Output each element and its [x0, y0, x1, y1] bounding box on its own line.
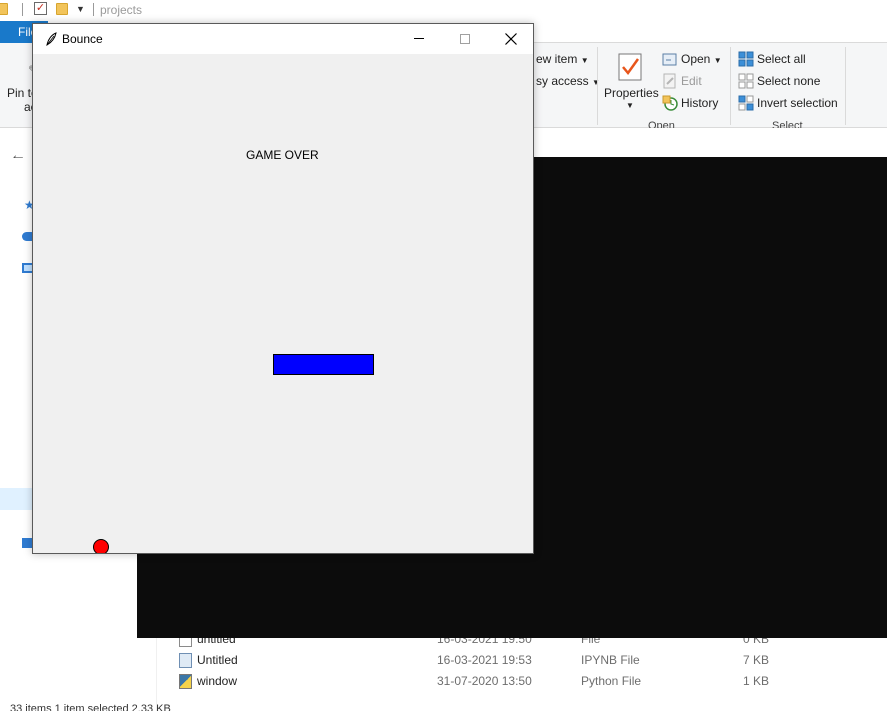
paddle [273, 354, 374, 375]
file-size: 1 KB [743, 674, 770, 688]
chevron-down-icon: ▼ [580, 56, 589, 65]
open-label: Open [681, 52, 711, 66]
select-all-icon[interactable] [738, 51, 754, 67]
open-button[interactable]: Open ▼ [681, 52, 722, 66]
properties-label: Properties [604, 86, 659, 100]
file-date: 31-07-2020 13:50 [437, 674, 532, 688]
chevron-down-icon: ▼ [713, 56, 722, 65]
quick-access-toolbar: ✓ ▼ projects [0, 0, 887, 21]
folder-icon[interactable] [0, 3, 8, 15]
bounce-window: Bounce GAME OVER [32, 23, 534, 554]
new-item-button[interactable]: ew item ▼ [536, 52, 589, 66]
chevron-down-icon: ▼ [626, 101, 634, 110]
customize-toolbar-dropdown-icon[interactable]: ▼ [76, 4, 85, 14]
select-none-button[interactable]: Select none [757, 74, 820, 88]
game-canvas[interactable]: GAME OVER [33, 54, 533, 553]
new-item-label: ew item [536, 52, 578, 66]
open-icon[interactable] [662, 51, 678, 67]
invert-selection-icon[interactable] [738, 95, 754, 111]
select-all-button[interactable]: Select all [757, 52, 806, 66]
maximize-button[interactable] [442, 24, 488, 54]
window-path-title: projects [100, 3, 143, 17]
select-none-icon[interactable] [738, 73, 754, 89]
python-file-icon [179, 674, 192, 689]
ribbon-separator [845, 47, 846, 125]
status-bar: 33 items 1 item selected 2.33 KB [10, 703, 171, 711]
ribbon-separator [597, 47, 598, 125]
new-folder-icon[interactable] [56, 3, 68, 15]
ribbon-separator [730, 47, 731, 125]
file-row[interactable]: Untitled 16-03-2021 19:53 IPYNB File 7 K… [158, 650, 887, 671]
properties-icon [618, 53, 642, 81]
game-over-text: GAME OVER [246, 148, 319, 162]
edit-button[interactable]: Edit [681, 74, 702, 88]
file-name: Untitled [197, 653, 238, 667]
chevron-down-icon: ▼ [592, 78, 600, 87]
tk-feather-icon [46, 32, 57, 46]
history-icon[interactable] [662, 95, 678, 111]
invert-selection-button[interactable]: Invert selection [757, 96, 838, 110]
file-size: 7 KB [743, 653, 770, 667]
notebook-file-icon [179, 653, 192, 668]
file-name: window [197, 674, 238, 688]
file-date: 16-03-2021 19:53 [437, 653, 532, 667]
minimize-icon [414, 38, 424, 39]
file-type: IPYNB File [581, 653, 640, 667]
minimize-button[interactable] [396, 24, 442, 54]
properties-check-icon[interactable]: ✓ [34, 2, 47, 15]
file-row[interactable]: window 31-07-2020 13:50 Python File 1 KB [158, 671, 887, 692]
properties-button[interactable]: Properties ▼ [602, 51, 659, 113]
easy-access-label: sy access [536, 74, 589, 88]
close-button[interactable] [488, 24, 534, 54]
maximize-icon [460, 34, 470, 44]
history-button[interactable]: History [681, 96, 718, 110]
ball [93, 539, 109, 553]
edit-icon[interactable] [662, 73, 678, 89]
window-title: Bounce [62, 32, 103, 46]
toolbar-separator [22, 3, 23, 16]
window-titlebar[interactable]: Bounce [33, 24, 533, 54]
easy-access-button[interactable]: sy access ▼ [536, 74, 600, 88]
file-type: Python File [581, 674, 642, 688]
toolbar-separator [93, 3, 94, 16]
close-icon [505, 33, 517, 45]
